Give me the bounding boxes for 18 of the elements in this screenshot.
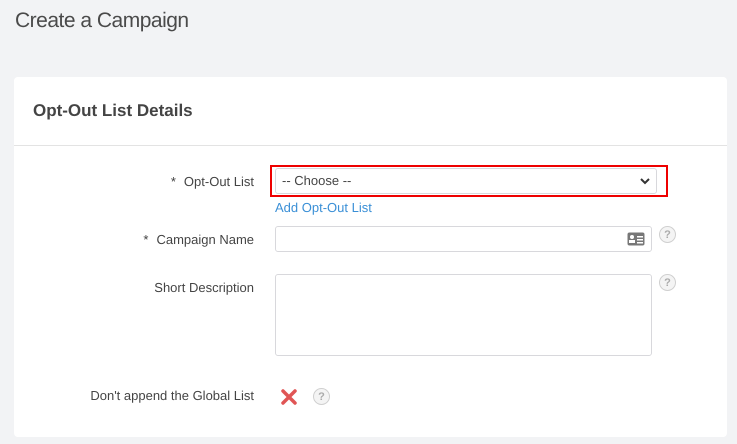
field-label: Campaign Name — [156, 232, 254, 247]
card-title: Opt-Out List Details — [33, 101, 193, 121]
help-icon[interactable]: ? — [313, 388, 330, 405]
textarea-field[interactable] — [275, 274, 652, 356]
chevron-icon — [640, 177, 650, 185]
field-label: Short Description — [154, 280, 254, 295]
required-mark: * — [170, 174, 176, 189]
required-mark: * — [143, 232, 148, 247]
input-field[interactable] — [275, 226, 652, 252]
contact-card-icon — [627, 232, 645, 246]
page-title: Create a Campaign — [14, 8, 190, 34]
help-icon[interactable]: ? — [659, 274, 676, 291]
cross-icon[interactable] — [281, 388, 297, 404]
field-label: Opt-Out List — [184, 174, 254, 189]
add-list-link[interactable]: Add Opt-Out List — [275, 200, 372, 215]
help-icon[interactable]: ? — [659, 226, 676, 243]
select-field[interactable]: -- Choose -- — [275, 168, 657, 194]
field-label: Don't append the Global List — [90, 388, 254, 403]
